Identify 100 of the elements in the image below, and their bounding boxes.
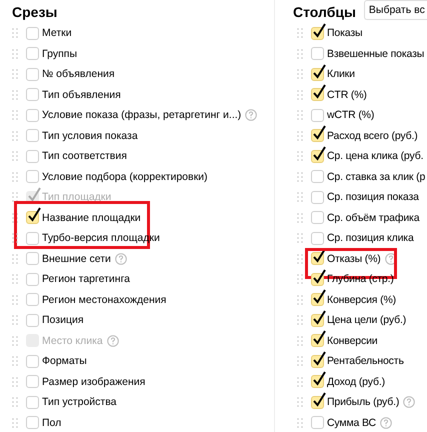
checkbox[interactable] [26, 88, 39, 102]
drag-handle-icon[interactable] [297, 397, 303, 408]
drag-handle-icon[interactable] [12, 356, 18, 366]
drag-handle-icon[interactable] [297, 233, 303, 244]
drag-handle-icon[interactable] [297, 130, 303, 141]
select-all-button[interactable]: Выбрать вс [364, 0, 427, 20]
drag-handle-icon[interactable] [297, 294, 303, 305]
option-label: Тип объявления [42, 88, 121, 101]
option-label: Клики [327, 68, 355, 80]
drag-handle-icon[interactable] [12, 130, 18, 141]
checkbox[interactable] [26, 272, 39, 286]
drag-handle-icon[interactable] [297, 418, 303, 428]
drag-handle-icon[interactable] [12, 376, 18, 387]
checkbox[interactable] [311, 150, 324, 163]
checkbox[interactable] [311, 26, 324, 40]
drag-handle-icon[interactable] [297, 151, 303, 162]
checkbox[interactable] [311, 68, 324, 81]
option-label: wCTR (%) [327, 109, 374, 122]
checkbox[interactable] [26, 293, 39, 306]
drag-handle-icon[interactable] [12, 233, 18, 244]
drag-handle-icon[interactable] [12, 397, 18, 408]
checkbox[interactable] [311, 190, 324, 204]
option-label: CTR (%) [327, 88, 367, 101]
drag-handle-icon[interactable] [12, 69, 18, 80]
drag-handle-icon[interactable] [297, 356, 303, 366]
option-label: Позиция [42, 314, 84, 326]
drag-handle-icon[interactable] [12, 418, 18, 428]
checkbox[interactable] [26, 314, 39, 327]
checkbox[interactable] [26, 252, 39, 266]
checkbox[interactable] [311, 416, 324, 430]
checkbox[interactable] [26, 232, 39, 245]
option-label: Показы [327, 27, 362, 40]
drag-handle-icon[interactable] [297, 172, 303, 182]
option-label: Ср. позиция показа [327, 191, 419, 204]
drag-handle-icon[interactable] [12, 90, 18, 100]
checkbox[interactable] [311, 354, 324, 368]
checkbox[interactable] [26, 129, 39, 142]
checkbox[interactable] [311, 108, 324, 122]
checkbox[interactable] [311, 170, 324, 184]
checkbox[interactable] [311, 272, 324, 286]
checkbox[interactable] [26, 416, 39, 430]
checkbox[interactable] [311, 47, 324, 60]
option-label: Пол [42, 416, 62, 429]
checkbox[interactable] [26, 47, 39, 60]
checkbox[interactable] [26, 108, 39, 122]
help-icon[interactable] [245, 109, 258, 122]
option-label: Конверсия (%) [327, 294, 396, 306]
checkbox[interactable] [311, 232, 324, 245]
drag-handle-icon[interactable] [297, 336, 303, 346]
help-icon[interactable] [384, 252, 397, 265]
drag-handle-icon[interactable] [12, 254, 18, 264]
drag-handle-icon[interactable] [297, 48, 303, 59]
checkbox[interactable] [311, 252, 324, 266]
drag-handle-icon[interactable] [12, 172, 18, 182]
drag-handle-icon[interactable] [297, 254, 303, 264]
checkbox[interactable] [311, 211, 324, 224]
drag-handle-icon[interactable] [12, 110, 18, 120]
section-title: Срезы [12, 4, 58, 20]
option-label: Регион местонахождения [42, 294, 166, 306]
checkbox[interactable] [26, 150, 39, 163]
option-label: Место клика [42, 334, 103, 347]
drag-handle-icon[interactable] [297, 90, 303, 100]
checkbox[interactable] [26, 68, 39, 81]
option-label: Тип условия показа [42, 130, 138, 142]
drag-handle-icon[interactable] [297, 376, 303, 387]
option-label: Доход (руб.) [327, 376, 385, 388]
checkbox[interactable] [26, 26, 39, 40]
drag-handle-icon[interactable] [297, 192, 303, 202]
option-label: Условие показа (фразы, ретаргетинг и...) [42, 109, 242, 122]
option-label: Тип устройства [42, 396, 117, 408]
checkbox[interactable] [26, 396, 39, 409]
drag-handle-icon[interactable] [297, 69, 303, 80]
drag-handle-icon[interactable] [12, 48, 18, 59]
checkbox[interactable] [26, 354, 39, 368]
help-icon[interactable] [380, 416, 392, 429]
drag-handle-icon[interactable] [12, 315, 18, 326]
drag-handle-icon[interactable] [297, 274, 303, 284]
help-icon[interactable] [114, 252, 127, 265]
drag-handle-icon[interactable] [12, 294, 18, 305]
option-label: Размер изображения [42, 376, 146, 388]
drag-handle-icon[interactable] [297, 315, 303, 326]
drag-handle-icon[interactable] [297, 212, 303, 223]
option-label: Ср. объём трафика [327, 212, 420, 224]
option-label: Внешние сети [42, 252, 111, 265]
option-label: Сумма ВС [327, 416, 376, 429]
option-label: Отказы (%) [327, 252, 381, 265]
option-label: Метки [42, 27, 72, 40]
drag-handle-icon[interactable] [297, 110, 303, 120]
drag-handle-icon[interactable] [12, 274, 18, 284]
drag-handle-icon[interactable] [12, 28, 18, 38]
checkbox[interactable] [26, 375, 39, 388]
option-label: Тип площадки [42, 191, 112, 204]
drag-handle-icon[interactable] [297, 28, 303, 38]
option-label: Рентабельность [327, 355, 404, 368]
drag-handle-icon[interactable] [12, 151, 18, 162]
option-label: Название площадки [42, 212, 141, 224]
help-icon[interactable] [403, 396, 416, 408]
checkbox[interactable] [311, 314, 324, 327]
checkbox[interactable] [311, 396, 324, 409]
checkbox[interactable] [26, 170, 39, 184]
